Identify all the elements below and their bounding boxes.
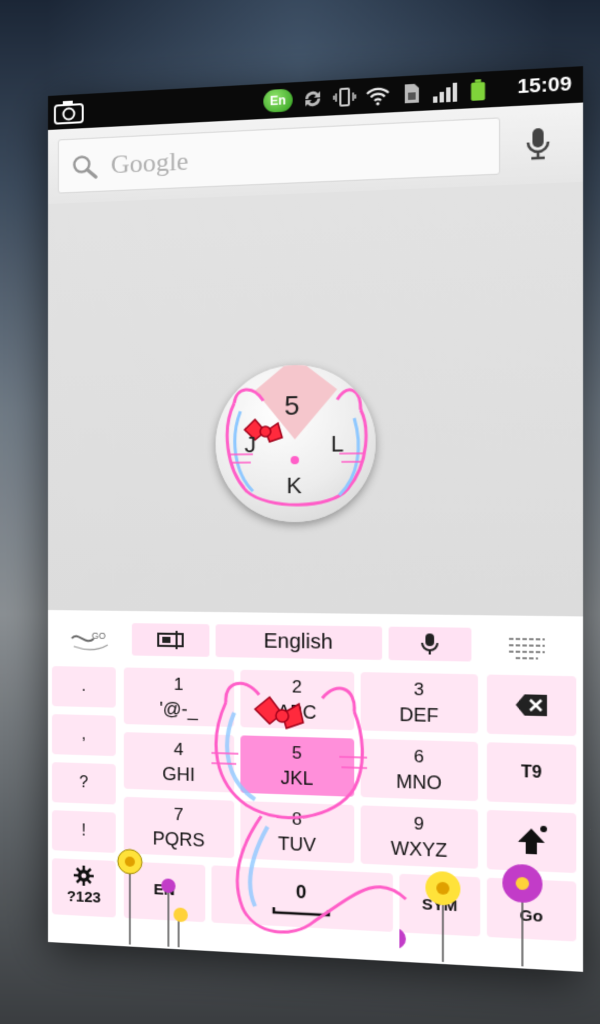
backspace-icon — [515, 694, 547, 717]
key-letters: PQRS — [152, 828, 205, 851]
key-9[interactable]: 9 WXYZ — [360, 805, 479, 869]
key-6[interactable]: 6 MNO — [360, 738, 479, 802]
key-preview-popup: 5 J L K — [215, 363, 376, 523]
popup-center-char: 5 — [284, 389, 300, 422]
key-3[interactable]: 3 DEF — [360, 672, 479, 734]
punct-key-period[interactable]: . — [51, 666, 116, 708]
key-1[interactable]: 1 '@-_ — [123, 667, 235, 727]
key-number: 4 — [173, 739, 184, 760]
voice-input-button[interactable] — [388, 626, 472, 662]
popup-right-char: L — [330, 430, 344, 457]
search-input[interactable]: Google — [57, 117, 501, 194]
t9-toggle-key[interactable]: T9 — [486, 742, 577, 805]
key-letters: JKL — [280, 767, 314, 790]
svg-text:GO: GO — [92, 631, 106, 641]
key-7[interactable]: 7 PQRS — [123, 796, 235, 859]
key-number: 7 — [173, 804, 184, 825]
phone-screen: En 15:09 Google 5 J L K GO English . , ?… — [48, 66, 584, 972]
key-letters: TUV — [277, 833, 316, 856]
key-number: 5 — [291, 742, 302, 763]
wifi-icon — [365, 84, 391, 106]
symbol-key[interactable]: SYM — [399, 873, 481, 937]
key-number: 2 — [291, 676, 302, 697]
edit-toolbar-button[interactable] — [131, 623, 210, 657]
go-logo-icon[interactable]: GO — [68, 626, 110, 653]
shift-key[interactable] — [486, 809, 577, 874]
space-bar-icon — [270, 905, 333, 919]
key-number: 1 — [173, 674, 184, 695]
voice-search-mic-icon[interactable] — [518, 121, 558, 165]
shift-arrow-icon — [517, 825, 547, 855]
clock: 15:09 — [517, 73, 572, 99]
key-number: 8 — [291, 809, 302, 830]
key-letters: '@-_ — [159, 698, 198, 720]
language-button[interactable]: English — [215, 624, 383, 660]
punct-key-question[interactable]: ? — [51, 762, 116, 805]
key-letters: MNO — [396, 771, 442, 794]
home-screen-area: 5 J L K — [48, 181, 584, 617]
settings-gear-icon — [74, 865, 94, 886]
sym-key-label: SYM — [421, 895, 458, 916]
popup-left-char: J — [244, 431, 257, 458]
text-edit-icon — [155, 629, 186, 652]
key-letters: ABC — [277, 701, 317, 723]
punct-key-exclamation[interactable]: ! — [51, 810, 116, 853]
key-number: 9 — [413, 813, 425, 834]
key-4[interactable]: 4 GHI — [123, 732, 235, 793]
search-icon — [72, 154, 99, 180]
language-switch-key[interactable]: EN — [123, 861, 206, 923]
punct-key-comma[interactable]: , — [51, 714, 116, 757]
keyboard-layout-icon[interactable] — [505, 635, 550, 663]
search-placeholder: Google — [110, 146, 189, 180]
go-key-label: Go — [519, 906, 543, 926]
space-key[interactable]: 0 — [211, 865, 393, 932]
key-2[interactable]: 2 ABC — [240, 669, 355, 731]
lang-key-label: EN — [153, 880, 175, 900]
backspace-key[interactable] — [486, 674, 577, 737]
keyboard: GO English . , ? ! 1 '@-_ 2 ABC 3 DEF 4 … — [48, 610, 584, 972]
key-letters: DEF — [399, 704, 439, 727]
space-key-number: 0 — [295, 881, 307, 903]
key-8[interactable]: 8 TUV — [240, 800, 355, 864]
sim-card-icon — [404, 83, 419, 104]
number-mode-key[interactable]: ?123 — [51, 858, 116, 918]
popup-bottom-char: K — [286, 472, 302, 499]
number-mode-label: ?123 — [66, 887, 101, 907]
mic-icon — [419, 633, 441, 657]
battery-icon — [471, 79, 486, 101]
key-number: 3 — [413, 679, 425, 700]
input-language-badge: En — [263, 88, 293, 113]
key-number: 6 — [413, 746, 425, 767]
vibrate-icon — [333, 86, 356, 108]
key-letters: WXYZ — [390, 837, 448, 862]
key-letters: GHI — [162, 763, 196, 786]
go-key[interactable]: Go — [486, 877, 577, 942]
screenshot-camera-icon[interactable] — [53, 99, 84, 125]
sync-icon — [305, 91, 321, 107]
key-5[interactable]: 5 JKL — [240, 735, 355, 797]
signal-icon — [433, 82, 458, 103]
